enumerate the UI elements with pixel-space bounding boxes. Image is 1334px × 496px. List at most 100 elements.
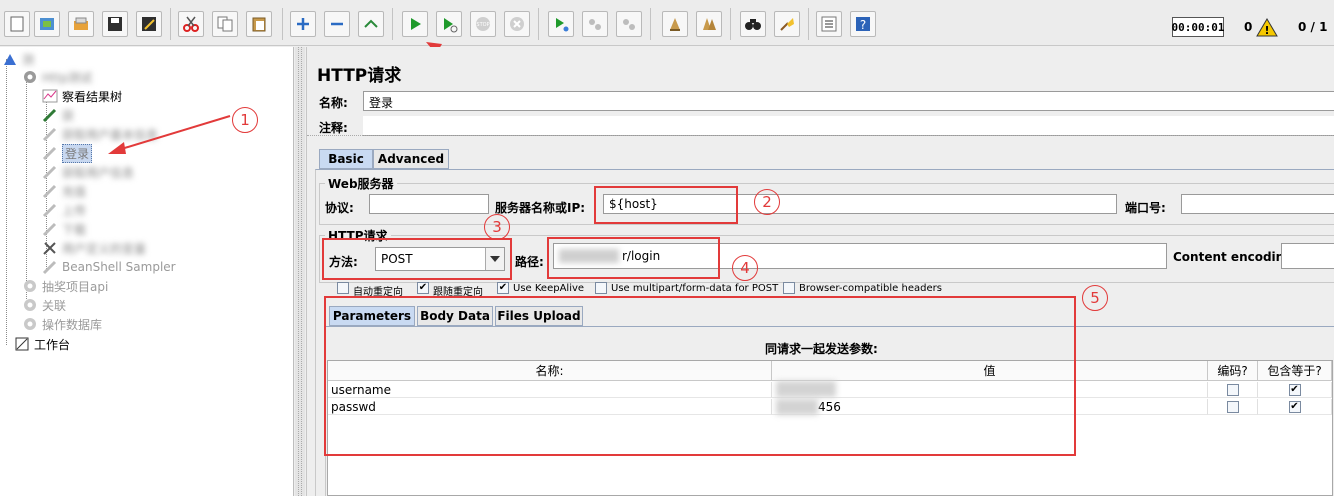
- new-icon[interactable]: [4, 11, 30, 37]
- elapsed-timer: 00:00:01: [1172, 17, 1225, 37]
- content-encoding-label: Content encoding:: [1173, 250, 1298, 264]
- copy-icon[interactable]: [212, 11, 238, 37]
- tab-basic[interactable]: Basic: [319, 149, 373, 169]
- gear-icon: [24, 318, 36, 330]
- pipette-icon: [42, 203, 57, 218]
- tree-node-thread-group[interactable]: Http测试: [22, 68, 92, 86]
- toolbar: STOP ? 00:00:01 0 ! 0 / 1: [0, 0, 1334, 46]
- svg-text:STOP: STOP: [476, 22, 489, 28]
- save-as-icon[interactable]: [136, 11, 162, 37]
- content-encoding-input[interactable]: [1281, 243, 1334, 269]
- wrench-icon: [43, 242, 56, 255]
- chart-icon: [42, 89, 58, 103]
- shutdown-icon[interactable]: [504, 11, 530, 37]
- annotation-3: 3: [484, 214, 510, 240]
- error-count: 0: [1244, 20, 1253, 34]
- tree-node-thread-group[interactable]: 关联: [22, 296, 66, 314]
- protocol-input[interactable]: [369, 194, 489, 214]
- remote-start-icon[interactable]: [548, 11, 574, 37]
- tree-node-login[interactable]: 登录: [42, 143, 93, 163]
- remote-shutdown-icon[interactable]: [616, 11, 642, 37]
- path-label: 路径:: [515, 255, 544, 269]
- param-include-equals-cell[interactable]: ✔: [1258, 399, 1332, 415]
- annotation-arrow-1: [108, 115, 231, 154]
- function-helper-icon[interactable]: [816, 11, 842, 37]
- annotation-5: 5: [1082, 285, 1108, 311]
- tree-node-sampler[interactable]: 上传: [42, 201, 86, 219]
- clear-icon[interactable]: [662, 11, 688, 37]
- pipette-icon: [42, 127, 57, 142]
- comment-input[interactable]: [363, 116, 1334, 136]
- tree-node-workbench[interactable]: 工作台: [14, 335, 70, 353]
- protocol-label: 协议:: [325, 201, 354, 215]
- name-input[interactable]: 登录: [363, 91, 1334, 111]
- pipette-icon: [42, 108, 57, 123]
- annotation-4: 4: [732, 255, 758, 281]
- tree-node-sampler[interactable]: 获取用户信息: [42, 163, 134, 181]
- search-icon[interactable]: [740, 11, 766, 37]
- annotation-1: 1: [232, 107, 258, 133]
- gear-icon: [24, 299, 36, 311]
- start-no-pause-icon[interactable]: [436, 11, 462, 37]
- port-input[interactable]: [1181, 194, 1334, 214]
- templates-icon[interactable]: [34, 11, 60, 37]
- gear-icon: [24, 71, 36, 83]
- gear-icon: [24, 280, 36, 292]
- workbench-icon: [15, 337, 29, 351]
- annotation-box-5: [324, 296, 1076, 456]
- col-header-include-equals[interactable]: 包含等于?: [1258, 361, 1332, 381]
- comment-label: 注释:: [319, 121, 348, 135]
- tree-node-root[interactable]: 测: [2, 50, 34, 68]
- annotation-box-4: [547, 237, 720, 279]
- tree-node-sampler[interactable]: 充值: [42, 182, 86, 200]
- follow-redirect-checkbox[interactable]: ✔: [417, 282, 429, 294]
- annotation-box-2: [594, 186, 738, 224]
- annotation-box-3: [322, 238, 512, 280]
- cut-icon[interactable]: [178, 11, 204, 37]
- pipette-icon: [42, 184, 57, 199]
- expand-icon[interactable]: [290, 11, 316, 37]
- remote-stop-icon[interactable]: [582, 11, 608, 37]
- auto-redirect-checkbox[interactable]: [337, 282, 349, 294]
- tree-node-thread-group[interactable]: 操作数据库: [22, 315, 102, 333]
- tree-node-thread-group[interactable]: 抽奖项目api: [22, 277, 108, 295]
- param-encode-cell[interactable]: [1208, 399, 1258, 415]
- col-header-encode[interactable]: 编码?: [1208, 361, 1258, 381]
- tree-node-sampler[interactable]: 获: [42, 106, 74, 124]
- toggle-icon[interactable]: [358, 11, 384, 37]
- tree-node-sampler[interactable]: 下载: [42, 220, 86, 238]
- active-thread-count: 0 / 1: [1298, 20, 1328, 34]
- server-label: 服务器名称或IP:: [495, 201, 586, 215]
- warning-icon[interactable]: !: [1256, 17, 1278, 37]
- tab-advanced[interactable]: Advanced: [373, 149, 449, 169]
- collapse-icon[interactable]: [324, 11, 350, 37]
- keepalive-label: Use KeepAlive: [513, 283, 585, 294]
- reset-search-icon[interactable]: [774, 11, 800, 37]
- web-server-title: Web服务器: [325, 175, 397, 192]
- svg-text:?: ?: [860, 18, 866, 32]
- browser-headers-checkbox[interactable]: [783, 282, 795, 294]
- tree-node-user-vars[interactable]: 用户定义的变量: [42, 239, 146, 257]
- stop-icon[interactable]: STOP: [470, 11, 496, 37]
- save-icon[interactable]: [102, 11, 128, 37]
- help-icon[interactable]: ?: [850, 11, 876, 37]
- keepalive-checkbox[interactable]: ✔: [497, 282, 509, 294]
- tree-node-beanshell[interactable]: BeanShell Sampler: [42, 258, 176, 276]
- svg-text:!: !: [1264, 24, 1269, 37]
- param-encode-cell[interactable]: [1208, 382, 1258, 398]
- panel-title: HTTP请求: [317, 66, 402, 86]
- pipette-icon: [42, 146, 57, 161]
- pipette-icon: [42, 222, 57, 237]
- multipart-label: Use multipart/form-data for POST: [611, 283, 779, 294]
- start-icon[interactable]: [402, 11, 428, 37]
- open-icon[interactable]: [68, 11, 94, 37]
- annotation-2: 2: [754, 189, 780, 215]
- browser-headers-label: Browser-compatible headers: [799, 283, 942, 294]
- clear-all-icon[interactable]: [696, 11, 722, 37]
- param-include-equals-cell[interactable]: ✔: [1258, 382, 1332, 398]
- tree-node-view-results[interactable]: 察看结果树: [42, 87, 122, 105]
- multipart-checkbox[interactable]: [595, 282, 607, 294]
- paste-icon[interactable]: [246, 11, 272, 37]
- pipette-icon: [42, 260, 57, 275]
- split-divider[interactable]: [295, 47, 305, 496]
